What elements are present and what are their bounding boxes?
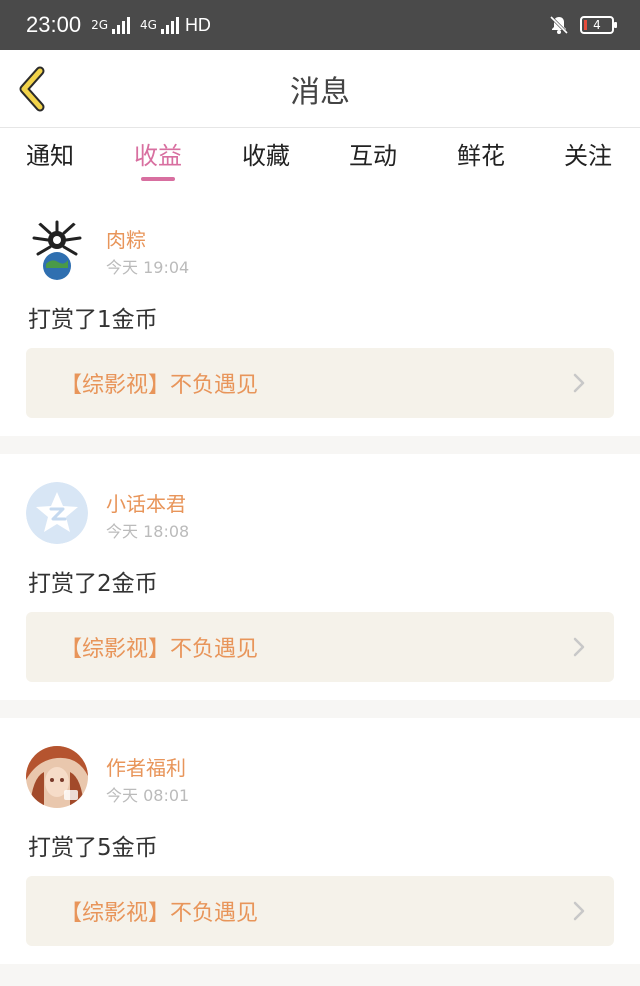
reward-text: 打赏了1金币	[28, 307, 158, 333]
tab-bar: 通知 收益 收藏 互动 鲜花 关注	[0, 128, 640, 190]
hd-indicator: HD	[184, 14, 211, 35]
tab-label: 鲜花	[457, 142, 505, 170]
book-link[interactable]: 【综影视】不负遇见	[26, 876, 614, 946]
tab-label: 收益	[134, 142, 182, 170]
mute-bell-icon	[549, 15, 569, 35]
tab-label: 互动	[349, 142, 397, 170]
avatar[interactable]	[26, 746, 88, 808]
status-bar: 23:00 2G 4G HD 4	[0, 0, 640, 50]
tab-following[interactable]: 关注	[564, 136, 612, 186]
reward-text: 打赏了5金币	[28, 835, 158, 861]
header: 消息	[0, 50, 640, 128]
timestamp: 今天 18:08	[106, 522, 190, 541]
tab-label: 通知	[26, 142, 74, 170]
tab-label: 收藏	[242, 142, 290, 170]
signal-bars-icon	[160, 16, 179, 34]
page-title: 消息	[290, 74, 350, 110]
tab-label: 关注	[564, 142, 612, 170]
chevron-right-icon	[573, 901, 585, 921]
list-item: 肉粽 今天 19:04 打赏了1金币 【综影视】不负遇见	[0, 190, 640, 436]
book-link[interactable]: 【综影视】不负遇见	[26, 612, 614, 682]
tab-earnings[interactable]: 收益	[134, 136, 182, 186]
book-link[interactable]: 【综影视】不负遇见	[26, 348, 614, 418]
network-type-2g: 2G	[91, 18, 108, 32]
list-item: 作者福利 今天 08:01 打赏了5金币 【综影视】不负遇见	[0, 718, 640, 964]
network-type-4g: 4G	[140, 18, 157, 32]
username[interactable]: 肉粽	[106, 224, 146, 253]
avatar[interactable]	[26, 218, 88, 280]
username[interactable]: 作者福利	[106, 752, 186, 781]
tab-notifications[interactable]: 通知	[26, 136, 74, 186]
tab-interactions[interactable]: 互动	[349, 136, 397, 186]
book-title: 【综影视】不负遇见	[60, 901, 259, 926]
timestamp: 今天 19:04	[106, 258, 190, 277]
battery-level: 4	[593, 18, 601, 32]
username[interactable]: 小话本君	[106, 488, 186, 517]
clock: 23:00	[26, 12, 82, 37]
signal-bars-icon	[112, 16, 130, 34]
book-title: 【综影视】不负遇见	[60, 373, 259, 398]
signal-4g: 4G	[140, 16, 179, 34]
list-item: 小话本君 今天 18:08 打赏了2金币 【综影视】不负遇见	[0, 454, 640, 700]
tab-flowers[interactable]: 鲜花	[457, 136, 505, 186]
avatar[interactable]	[26, 482, 88, 544]
timestamp: 今天 08:01	[106, 786, 190, 805]
battery-fill	[584, 20, 587, 30]
battery-icon: 4	[580, 16, 617, 34]
earnings-list: 肉粽 今天 19:04 打赏了1金币 【综影视】不负遇见 小话本君 今天 18:…	[0, 190, 640, 982]
active-tab-indicator	[141, 177, 175, 181]
chevron-right-icon	[573, 637, 585, 657]
book-title: 【综影视】不负遇见	[60, 637, 259, 662]
reward-text: 打赏了2金币	[28, 571, 158, 597]
chevron-right-icon	[573, 373, 585, 393]
back-button[interactable]	[16, 66, 50, 112]
signal-2g: 2G	[91, 16, 130, 34]
tab-favorites[interactable]: 收藏	[242, 136, 290, 186]
